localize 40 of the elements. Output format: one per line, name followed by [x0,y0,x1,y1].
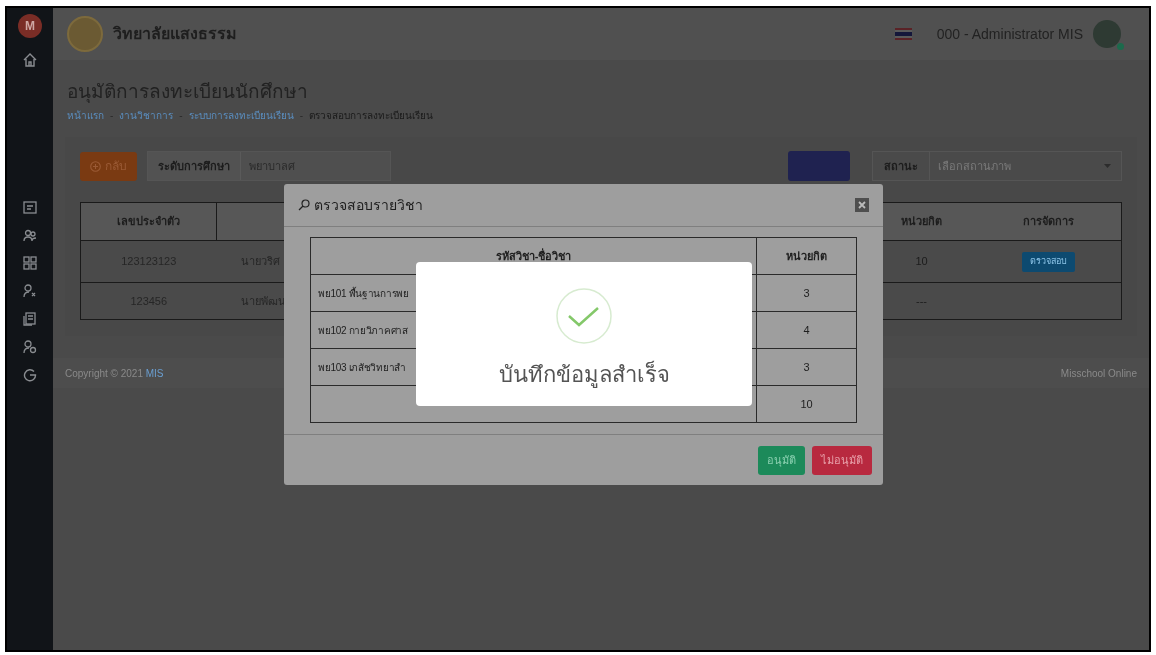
breadcrumb-separator: - [179,109,183,123]
flag-icon[interactable] [894,28,912,40]
course-name: พย103 เภสัชวิทยาสำ [318,361,406,373]
app-logo[interactable]: M [18,14,42,38]
column-header: การจัดการ [1023,215,1075,228]
footer-brand: Misschool Online [1060,366,1137,381]
breadcrumb-link[interactable]: งานวิชาการ [119,108,174,123]
people-icon[interactable] [23,228,37,242]
breadcrumb-link[interactable]: หน้าแรก [67,108,104,123]
document-icon[interactable] [23,312,37,326]
course-credits: 3 [803,360,810,373]
breadcrumb-separator: - [299,109,304,123]
reject-button[interactable]: ไม่อนุมัติ [812,445,872,475]
column-header: เลขประจำตัว [117,215,180,228]
user-icon[interactable] [23,284,37,298]
user-group-icon[interactable] [23,340,37,354]
dialog-title: ตรวจสอบรายวิชา [314,195,423,215]
course-name: พย101 พื้นฐานการพย [318,287,409,299]
approve-button[interactable]: อนุมัติ [758,445,805,475]
grid-icon[interactable] [23,256,37,270]
total-credits: 10 [800,397,813,410]
breadcrumb-separator: - [110,109,114,123]
footer-link[interactable]: MIS [145,367,164,379]
course-credits: 4 [803,323,810,336]
copyright-text: Copyright © 2021 [65,367,144,379]
column-header: หน่วยกิต [786,249,827,262]
course-credits: 3 [803,286,810,299]
success-message: บันทึกข้อมูลสำเร็จ [498,359,670,390]
plus-circle-icon [90,160,101,172]
course-name: พย102 กายวิภาคศาส [318,324,408,336]
checkmark-icon [556,288,612,344]
column-header: รหัสวิชา-ชื่อวิชา [495,249,572,262]
search-icon [298,199,310,211]
check-button[interactable]: ตรวจสอบ [1022,251,1076,272]
close-button[interactable] [855,198,869,212]
home-icon[interactable] [22,52,38,68]
school-emblem [67,16,103,52]
column-header: หน่วยกิต [901,215,943,228]
credit-total: --- [916,294,927,307]
breadcrumb-link[interactable]: ระบบการลงทะเบียนเรียน [188,108,294,123]
